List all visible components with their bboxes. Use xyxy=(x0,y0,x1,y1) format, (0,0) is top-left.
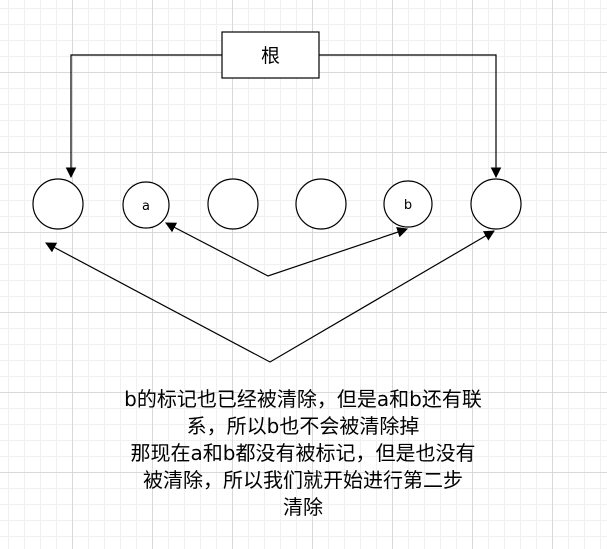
object-node-b: b xyxy=(383,180,433,228)
root-to-object-6-arrow xyxy=(319,54,502,179)
outer-reference-arrow xyxy=(45,230,495,363)
caption-line-2: 系，所以b也不会被清除掉 xyxy=(186,414,420,438)
object-node-4 xyxy=(295,178,347,230)
root-label: 根 xyxy=(261,45,280,67)
caption-text: b的标记也已经被清除，但是a和b还有联 系，所以b也不会被清除掉 那现在a和b都… xyxy=(68,386,538,521)
caption-line-4: 被清除，所以我们就开始进行第二步 xyxy=(143,468,463,492)
object-node-a-label: a xyxy=(142,199,150,214)
root-to-object-1-arrow xyxy=(65,54,222,179)
object-node-b-label: b xyxy=(404,198,412,213)
caption-line-5: 清除 xyxy=(283,495,323,519)
a-b-reference-arrow xyxy=(165,222,409,277)
caption-line-1: b的标记也已经被清除，但是a和b还有联 xyxy=(124,387,482,411)
object-node-6 xyxy=(470,178,522,230)
caption-line-3: 那现在a和b都没有被标记，但是也没有 xyxy=(130,441,476,465)
object-node-a: a xyxy=(122,181,170,229)
object-node-1 xyxy=(32,178,84,230)
root-node: 根 xyxy=(221,31,320,79)
object-node-3 xyxy=(207,178,259,230)
